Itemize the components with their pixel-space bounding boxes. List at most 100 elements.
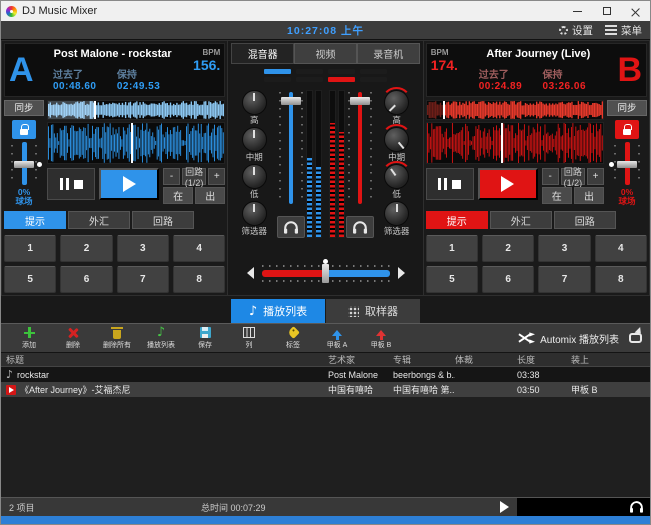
deck-a-filter-knob[interactable] [242, 201, 267, 226]
deck-b-cue-headphone-button[interactable] [346, 216, 374, 238]
columns-button[interactable]: 列 [227, 324, 271, 352]
deck-a-pad-2[interactable]: 2 [60, 235, 112, 262]
deck-a-pitch-slider[interactable] [11, 142, 37, 185]
column-genre[interactable]: 体裁 [455, 353, 517, 366]
crossfader-right-arrow[interactable] [398, 267, 405, 279]
deck-b-overview-waveform[interactable] [426, 100, 604, 120]
table-row[interactable]: ♪rockstar Post Malone beerbongs & b.. 03… [1, 367, 650, 382]
deck-a-loop-label[interactable]: 回路 (1/2) [182, 168, 206, 185]
deck-a-sync-button[interactable]: 同步 [4, 100, 44, 116]
deck-b-pad-7[interactable]: 7 [538, 266, 590, 293]
menu-button[interactable]: 菜单 [605, 23, 642, 38]
fader-handle[interactable] [350, 97, 370, 105]
deck-a-volume-fader[interactable] [279, 90, 303, 206]
deck-a-pad-6[interactable]: 6 [60, 266, 112, 293]
deck-a-pad-1[interactable]: 1 [4, 235, 56, 262]
deck-b-tab-fx[interactable]: 外汇 [490, 211, 552, 229]
tag-button[interactable]: 标签 [271, 324, 315, 352]
play-icon [501, 176, 514, 192]
deck-b-keylock-button[interactable] [615, 120, 639, 139]
deck-a-pad-7[interactable]: 7 [117, 266, 169, 293]
deck-a-pause-stop-button[interactable] [47, 168, 95, 200]
deck-b-sync-button[interactable]: 同步 [607, 100, 647, 116]
deck-b-loop-half-button[interactable]: - [542, 168, 559, 185]
deck-b-pad-3[interactable]: 3 [538, 235, 590, 262]
deck-b-pad-6[interactable]: 6 [482, 266, 534, 293]
preview-play-icon[interactable] [500, 501, 509, 513]
deck-a-tab-loop[interactable]: 回路 [132, 211, 194, 229]
deck-b-volume-fader[interactable] [348, 90, 372, 206]
deck-a-eq-low-knob[interactable] [242, 164, 267, 189]
maximize-button[interactable] [592, 1, 621, 21]
deck-b-tab-cue[interactable]: 提示 [426, 211, 488, 229]
column-title[interactable]: 标题 [6, 353, 328, 366]
deck-b-play-button[interactable] [478, 168, 538, 200]
deck-a-tab-fx[interactable]: 外汇 [68, 211, 130, 229]
deck-b-pause-stop-button[interactable] [426, 168, 474, 200]
mixer-tab-recorder[interactable]: 录音机 [357, 43, 420, 64]
deck-b-tab-loop[interactable]: 回路 [554, 211, 616, 229]
add-button[interactable]: 添加 [7, 324, 51, 352]
column-artist[interactable]: 艺术家 [328, 353, 393, 366]
up-arrow-icon [332, 325, 342, 340]
mixer-tab-video[interactable]: 视频 [294, 43, 357, 64]
stop-icon [74, 180, 83, 189]
playlist-button[interactable]: ♪播放列表 [139, 324, 183, 352]
close-button[interactable] [621, 1, 650, 21]
deck-a-tab-cue[interactable]: 提示 [4, 211, 66, 229]
deck-a-loop-in-button[interactable]: 在 [163, 187, 193, 204]
deck-b-pad-1[interactable]: 1 [426, 235, 478, 262]
deck-b-pad-5[interactable]: 5 [426, 266, 478, 293]
deck-b-eq-mid-knob[interactable] [384, 127, 409, 152]
crossfader-handle[interactable] [322, 264, 329, 283]
deck-a-eq-high-knob[interactable] [242, 90, 267, 115]
mixer-tab-mixer[interactable]: 混音器 [231, 43, 294, 64]
load-deck-a-button[interactable]: 甲板 A [315, 324, 359, 352]
column-album[interactable]: 专辑 [393, 353, 455, 366]
deck-b-pad-8[interactable]: 8 [595, 266, 647, 293]
deck-a-loop-half-button[interactable]: - [163, 168, 180, 185]
deck-a-pad-5[interactable]: 5 [4, 266, 56, 293]
minimize-button[interactable] [563, 1, 592, 21]
load-deck-b-button[interactable]: 甲板 B [359, 324, 403, 352]
deck-b-eq-low-knob[interactable] [384, 164, 409, 189]
save-button[interactable]: 保存 [183, 324, 227, 352]
deck-b-main-waveform[interactable] [426, 122, 604, 164]
deck-a-eq-mid-knob[interactable] [242, 127, 267, 152]
deck-a-pad-4[interactable]: 4 [173, 235, 225, 262]
automix-button[interactable]: Automix 播放列表 [518, 331, 619, 346]
deck-a-pad-3[interactable]: 3 [117, 235, 169, 262]
deck-b-pitch-slider[interactable] [614, 142, 640, 185]
deck-b-loop-in-button[interactable]: 在 [542, 187, 572, 204]
delete-all-button[interactable]: 删除所有 [95, 324, 139, 352]
pitch-handle[interactable] [14, 161, 34, 168]
crossfader[interactable] [262, 270, 390, 277]
deck-b-pad-2[interactable]: 2 [482, 235, 534, 262]
pitch-handle[interactable] [617, 161, 637, 168]
delete-button[interactable]: 删除 [51, 324, 95, 352]
deck-a-keylock-button[interactable] [12, 120, 36, 139]
column-loaded[interactable]: 装上 [571, 353, 650, 366]
deck-b-pad-4[interactable]: 4 [595, 235, 647, 262]
deck-b-loop-out-button[interactable]: 出 [574, 187, 604, 204]
repeat-icon[interactable] [629, 333, 642, 343]
deck-b-loop-double-button[interactable]: + [587, 168, 604, 185]
crossfader-left-arrow[interactable] [247, 267, 254, 279]
settings-button[interactable]: 设置 [559, 23, 593, 38]
load-deck-a-label: 甲板 A [327, 340, 348, 350]
tab-sampler[interactable]: 取样器 [326, 299, 420, 323]
deck-a-overview-waveform[interactable] [47, 100, 225, 120]
tab-playlist[interactable]: ♪播放列表 [231, 299, 325, 323]
deck-a-pad-8[interactable]: 8 [173, 266, 225, 293]
deck-b-eq-high-knob[interactable] [384, 90, 409, 115]
deck-a-loop-out-button[interactable]: 出 [195, 187, 225, 204]
table-row-selected[interactable]: 《After Journey》-艾福杰尼 中国有嘻哈 中国有嘻哈 第.. 03:… [1, 382, 650, 397]
deck-a-play-button[interactable] [99, 168, 159, 200]
fader-handle[interactable] [281, 97, 301, 105]
deck-a-main-waveform[interactable] [47, 122, 225, 164]
deck-b-loop-label[interactable]: 回路 (1/2) [561, 168, 585, 185]
deck-a-loop-double-button[interactable]: + [208, 168, 225, 185]
deck-b-filter-knob[interactable] [384, 201, 409, 226]
column-length[interactable]: 长度 [517, 353, 571, 366]
deck-a-cue-headphone-button[interactable] [277, 216, 305, 238]
